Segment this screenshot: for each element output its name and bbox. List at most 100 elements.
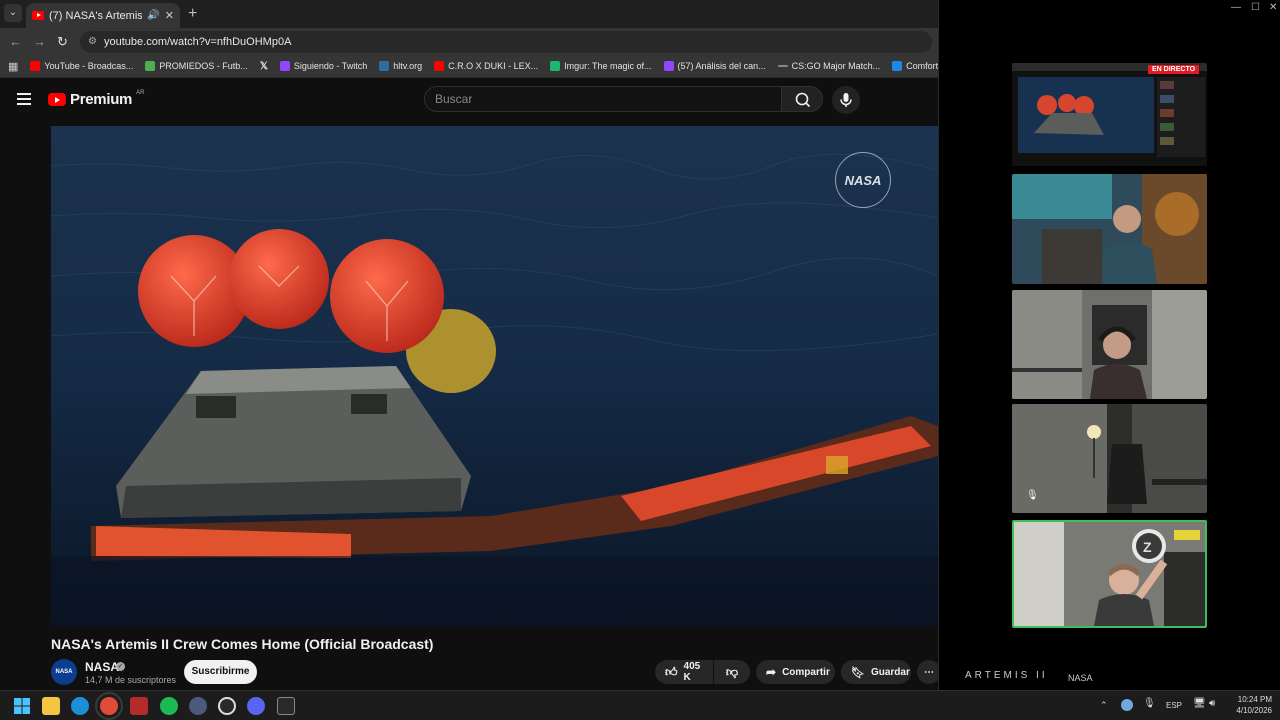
- save-button[interactable]: 🔖︎ Guardar: [841, 660, 911, 684]
- menu-icon[interactable]: [17, 93, 31, 105]
- more-icon: ⋯: [924, 666, 934, 678]
- tab-search-button[interactable]: ⌄: [4, 4, 22, 22]
- twitch-icon: [663, 61, 674, 71]
- maximize-icon[interactable]: ☐: [1251, 2, 1260, 13]
- imgur-icon: [550, 61, 561, 71]
- webcam-feed-2[interactable]: [1012, 290, 1207, 399]
- x-icon: 𝕏: [259, 60, 268, 72]
- app-icon[interactable]: [189, 697, 207, 715]
- bookmark-label: Siguiendo - Twitch: [293, 61, 368, 71]
- clock-date: 4/10/2026: [1236, 706, 1272, 715]
- site-info-icon[interactable]: ⚙: [88, 31, 97, 53]
- live-badge: EN DIRECTO: [1148, 65, 1200, 74]
- bookmark-x[interactable]: 𝕏: [260, 61, 268, 72]
- subscribe-button[interactable]: Suscribirme: [184, 660, 257, 684]
- youtube-play-icon: [48, 93, 66, 106]
- spotify-icon[interactable]: [160, 697, 178, 715]
- back-icon[interactable]: ←: [9, 34, 22, 49]
- bookmark-twitch[interactable]: Siguiendo - Twitch: [279, 61, 368, 71]
- news-app-icon[interactable]: [130, 697, 148, 715]
- video-player[interactable]: NASA: [51, 126, 938, 626]
- bookmark-analisis[interactable]: (57) Análisis del can...: [663, 61, 766, 71]
- csgo-icon: [777, 65, 788, 67]
- channel-name[interactable]: NASA: [85, 660, 119, 674]
- share-icon: ➦: [766, 665, 777, 679]
- youtube-logo[interactable]: Premium AR: [48, 89, 145, 108]
- forward-icon[interactable]: →: [33, 34, 46, 49]
- youtube-icon: [434, 61, 445, 71]
- logo-text: Premium: [70, 91, 133, 108]
- muted-mic-icon: 🎙︎: [1026, 490, 1039, 501]
- new-tab-button[interactable]: +: [188, 5, 197, 23]
- close-window-icon[interactable]: ✕: [1269, 2, 1277, 13]
- file-explorer-icon[interactable]: [42, 697, 60, 715]
- windows-taskbar: ⌃ 🎙︎ ESP 🖥︎ 🔊︎ 10:24 PM 4/10/2026: [0, 690, 1280, 720]
- channel-avatar[interactable]: NASA: [51, 659, 77, 685]
- save-label: Guardar: [870, 666, 910, 678]
- webcam-feed-1[interactable]: [1012, 174, 1207, 284]
- bookmark-hltv[interactable]: hltv.org: [379, 61, 422, 71]
- search-icon: [795, 92, 811, 108]
- twitch-icon: [279, 61, 290, 71]
- windows-start-icon[interactable]: [13, 697, 31, 715]
- discord-icon[interactable]: [247, 697, 265, 715]
- clock[interactable]: 10:24 PM 4/10/2026: [1236, 694, 1272, 716]
- subscriber-count: 14,7 M de suscriptores: [85, 675, 177, 685]
- bookmark-label: hltv.org: [393, 61, 423, 71]
- bookmarks-bar: ▦ YouTube - Broadcas... PROMIEDOS - Futb…: [0, 55, 938, 78]
- browser-toolbar: ← → ↻ ⚙ youtube.com/watch?v=nfhDuOHMp0A: [0, 28, 938, 55]
- webcam-feed-3[interactable]: 🎙︎: [1012, 404, 1207, 513]
- speaker-icon[interactable]: 🔊: [147, 10, 159, 21]
- network-icon[interactable]: 🖥︎: [1193, 698, 1206, 709]
- search-input[interactable]: Buscar: [424, 86, 782, 112]
- doc-icon: [892, 61, 903, 71]
- bookmark-label: CS:GO Major Match...: [791, 61, 881, 71]
- webcam-2-image: [1012, 290, 1207, 399]
- youtube-icon: [30, 61, 41, 71]
- windows-logo: [14, 698, 30, 714]
- address-bar[interactable]: ⚙ youtube.com/watch?v=nfhDuOHMp0A: [80, 31, 932, 53]
- webcam-feed-4-speaking[interactable]: Z: [1012, 520, 1207, 628]
- edge-icon[interactable]: [71, 697, 89, 715]
- chrome-icon[interactable]: [95, 692, 123, 720]
- active-tab[interactable]: (7) NASA's Artemis II Crew C 🔊 ✕: [26, 3, 180, 28]
- dislike-button[interactable]: 👎︎: [714, 660, 750, 684]
- stream-thumbnail[interactable]: [1012, 63, 1207, 166]
- svg-text:Z: Z: [1143, 539, 1152, 555]
- close-tab-icon[interactable]: ✕: [165, 9, 174, 22]
- share-label: Compartir: [782, 666, 830, 678]
- epic-games-icon[interactable]: [277, 697, 295, 715]
- stream-preview: [1012, 63, 1207, 166]
- steam-icon[interactable]: [1121, 699, 1133, 711]
- clock-time: 10:24 PM: [1237, 695, 1272, 704]
- country-code: AR: [136, 89, 145, 96]
- apps-icon[interactable]: ▦: [8, 60, 18, 73]
- app-icon[interactable]: [218, 697, 236, 715]
- mic-tray-icon[interactable]: 🎙︎: [1143, 698, 1156, 709]
- webcam-3-image: [1012, 404, 1207, 513]
- bookmark-csgo[interactable]: CS:GO Major Match...: [777, 61, 881, 71]
- reload-icon[interactable]: ↻: [57, 34, 68, 50]
- bookmark-promiedos[interactable]: PROMIEDOS - Futb...: [145, 61, 248, 71]
- volume-icon[interactable]: 🔊︎: [1209, 698, 1215, 709]
- below-overlay-channel: NASA: [1068, 673, 1093, 683]
- bookmark-youtube[interactable]: YouTube - Broadcas...: [30, 61, 133, 71]
- like-button[interactable]: 👍︎ 405 K: [655, 660, 713, 684]
- bookmark-imgur[interactable]: Imgur: The magic of...: [550, 61, 652, 71]
- browser-tab-bar: ⌄ (7) NASA's Artemis II Crew C 🔊 ✕ +: [0, 0, 938, 28]
- nasa-watermark: NASA: [835, 152, 891, 208]
- like-count: 405 K: [683, 661, 701, 683]
- url-text: youtube.com/watch?v=nfhDuOHMp0A: [104, 36, 292, 48]
- bookmark-comfortably-numb[interactable]: Comfortably Numb...: [892, 61, 938, 71]
- voice-search-button[interactable]: [832, 86, 860, 114]
- share-button[interactable]: ➦ Compartir: [756, 660, 835, 684]
- bookmark-duki[interactable]: C.R.O X DUKI - LEX...: [434, 61, 538, 71]
- minimize-icon[interactable]: —: [1231, 2, 1241, 13]
- language-indicator[interactable]: ESP: [1166, 701, 1182, 710]
- thumbs-down-icon: 👎︎: [725, 664, 739, 679]
- webcam-4-image: Z: [1014, 522, 1205, 626]
- bookmark-label: C.R.O X DUKI - LEX...: [448, 61, 539, 71]
- youtube-header: Premium AR Buscar: [0, 78, 938, 122]
- tray-chevron-icon[interactable]: ⌃: [1100, 700, 1108, 711]
- search-button[interactable]: [781, 86, 823, 112]
